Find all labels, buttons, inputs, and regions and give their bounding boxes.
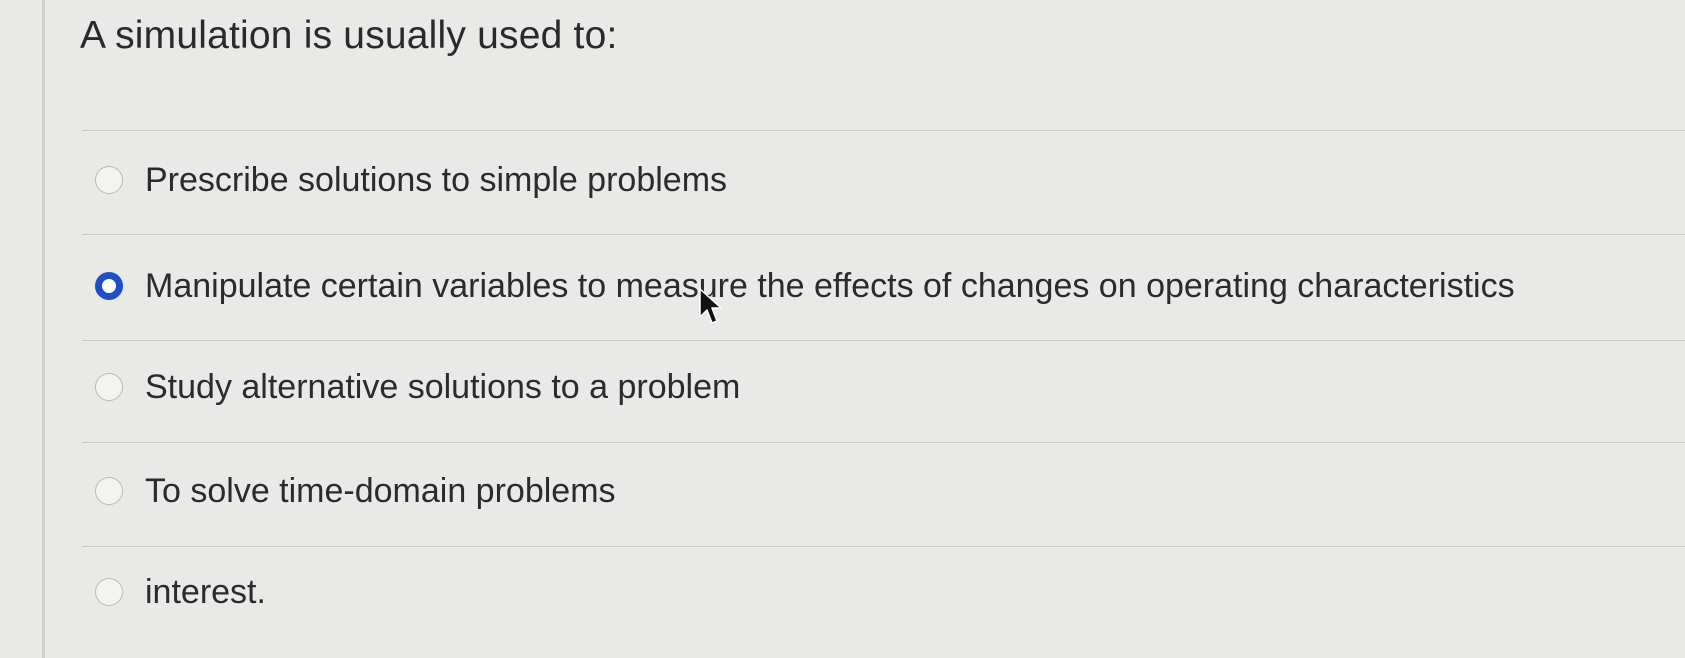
- option-label: To solve time-domain problems: [145, 471, 616, 510]
- option-label: Prescribe solutions to simple problems: [145, 160, 728, 199]
- radio-button-icon[interactable]: [95, 373, 123, 401]
- divider: [82, 234, 1685, 235]
- option-label: Manipulate certain variables to measure …: [145, 266, 1515, 305]
- divider: [82, 546, 1685, 547]
- option-manipulate-variables[interactable]: Manipulate certain variables to measure …: [95, 261, 1515, 311]
- option-interest[interactable]: interest.: [95, 567, 266, 617]
- option-label: Study alternative solutions to a problem: [145, 367, 741, 406]
- option-label: interest.: [145, 572, 266, 611]
- option-prescribe-solutions[interactable]: Prescribe solutions to simple problems: [95, 155, 727, 205]
- left-rule: [42, 0, 45, 658]
- option-time-domain[interactable]: To solve time-domain problems: [95, 466, 616, 516]
- radio-button-icon[interactable]: [95, 578, 123, 606]
- radio-button-icon[interactable]: [95, 477, 123, 505]
- divider: [82, 442, 1685, 443]
- divider: [82, 130, 1685, 131]
- mouse-pointer-icon: [699, 288, 722, 324]
- radio-button-icon[interactable]: [95, 166, 123, 194]
- option-study-alternatives[interactable]: Study alternative solutions to a problem: [95, 362, 740, 412]
- radio-button-selected-icon[interactable]: [95, 272, 123, 300]
- question-title: A simulation is usually used to:: [80, 14, 618, 57]
- divider: [82, 340, 1685, 341]
